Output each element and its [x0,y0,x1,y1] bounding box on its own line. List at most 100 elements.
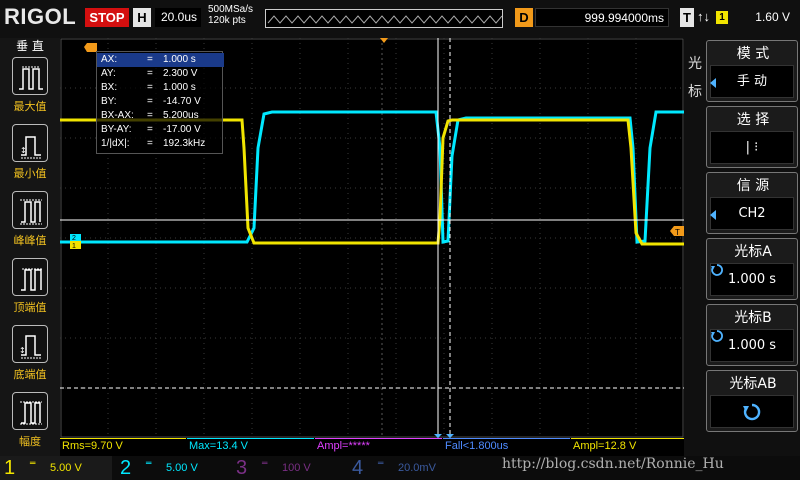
channel-number: 2 [120,457,132,479]
svg-text:T: T [675,228,680,237]
cursor-ab-title: 光标AB [729,376,777,392]
cursor-readout-panel: AX: = 1.000 s AY: = 2.300 V BX: = 1.000 … [96,51,224,154]
source-title: 信 源 [736,178,770,194]
top-value-icon [21,268,42,291]
dc-coupling-icon: ═ [262,459,268,469]
channel-1-status[interactable]: 1 ═ 5.00 V [0,456,112,480]
trigger-level[interactable]: 1.60 V [732,8,794,27]
top-value-label: 顶端值 [13,301,47,314]
max-value-button[interactable] [12,57,48,95]
top-value-button[interactable] [12,258,48,296]
cursor-key: AY: [101,68,116,79]
sample-rate: 500MSa/s [208,4,254,15]
cursor-a-title: 光标A [734,244,772,260]
channel-number: 3 [236,457,248,479]
trigger-position-marker[interactable] [380,38,388,43]
min-value-button[interactable]: ↕ [12,124,48,162]
cursor-value: 2.300 V [163,68,198,79]
min-value-label: 最小值 [13,167,47,180]
cursor-value: 1.000 s [163,82,196,93]
equals-sign: = [147,54,153,65]
cursor-value: -14.70 V [163,96,201,107]
base-value-label: 底端值 [13,368,47,381]
peak-to-peak-button[interactable] [12,191,48,229]
peak-to-peak-label: 峰峰值 [13,234,47,247]
rigol-logo: RIGOL [4,4,77,29]
equals-sign: = [147,124,153,135]
cursor-b-title: 光标B [734,310,772,326]
cursor-key: AX: [101,54,118,65]
svg-text:↕: ↕ [20,146,27,155]
channel-scale: 20.0mV [398,462,436,474]
cursor-key: BX-AX: [101,110,134,121]
cursor-value: -17.00 V [163,124,201,135]
select-value: | ⁝ [710,131,794,164]
cursor-row-inv-dx: 1/|dX|: = 192.3kHz [97,137,224,151]
cursor-value: 5.200us [163,110,199,121]
amplitude-icon [20,401,42,425]
cursor-a-button[interactable]: 光标A 1.000 s [706,238,798,300]
measurement-max[interactable]: Max=13.4 V [187,438,314,453]
channel-scale: 5.00 V [166,462,198,474]
channel-scale: 5.00 V [50,462,82,474]
channel-3-status[interactable]: 3 ═ 100 V [232,456,344,480]
channel-4-status[interactable]: 4 ═ 20.0mV [348,456,460,480]
option-arrow-icon [710,210,716,220]
cursor-row-by-ay: BY-AY: = -17.00 V [97,123,224,137]
timebase-label: H [133,8,151,27]
equals-sign: = [147,82,153,93]
cursor-row-ay: AY: = 2.300 V [97,67,224,81]
measurement-ampl-ch1[interactable]: Ampl=12.8 V [571,438,684,453]
cursor-ab-button[interactable]: 光标AB [706,370,798,432]
cursor-key: BY: [101,96,117,107]
delay-value[interactable]: 999.994000ms [535,8,669,27]
left-menu-panel: 垂 直 最大值 ↕ 最小值 峰峰值 顶端值 ↕ 底端值 幅度 [0,38,60,456]
cursor-key: 1/|dX|: [101,138,130,149]
svg-text:↕: ↕ [19,346,26,355]
menu-name-label: 光标 [688,56,702,100]
measurement-rms[interactable]: Rms=9.70 V [60,438,186,453]
trigger-edge-icon: ↑↓ [697,9,710,24]
cursor-key: BX: [101,82,118,93]
channel-2-status[interactable]: 2 ═ 5.00 V [116,456,228,480]
ch1-ground-label: 1 [72,243,76,250]
timebase-value[interactable]: 20.0us [155,8,201,27]
cursor-row-by: BY: = -14.70 V [97,95,224,109]
cursor-b-button[interactable]: 光标B 1.000 s [706,304,798,366]
channel-scale: 100 V [282,462,311,474]
delay-label: D [515,8,533,27]
source-value: CH2 [710,197,794,230]
top-status-bar: RIGOL STOP H 20.0us 500MSa/s 120k pts D … [0,0,800,38]
measurement-fall[interactable]: Fall<1.800us [443,438,570,453]
rotate-knob-icon [711,330,723,342]
trigger-level-marker[interactable]: T [670,226,684,237]
source-button[interactable]: 信 源 CH2 [706,172,798,234]
equals-sign: = [147,96,153,107]
trigger-source: 1 [716,11,728,24]
max-value-icon [19,66,43,90]
base-value-button[interactable]: ↕ [12,325,48,363]
max-value-label: 最大值 [13,100,47,113]
svg-text:1: 1 [72,243,76,250]
equals-sign: = [147,110,153,121]
select-button[interactable]: 选 择 | ⁝ [706,106,798,168]
measurement-ampl-ch3[interactable]: Ampl=***** [315,438,442,453]
run-stop-status[interactable]: STOP [85,8,129,27]
option-arrow-icon [710,78,716,88]
amplitude-label: 幅度 [19,435,41,448]
channel-number: 4 [352,457,364,479]
svg-text:2: 2 [72,235,76,242]
base-value-icon: ↕ [19,335,41,359]
ch2-ground-label: 2 [72,235,76,242]
cursor-row-bx-ax: BX-AX: = 5.200us [97,109,224,123]
mode-title: 模 式 [736,46,770,62]
rotate-knob-icon [711,264,723,276]
mode-button[interactable]: 模 式 手 动 [706,40,798,102]
amplitude-button[interactable] [12,392,48,430]
cursor-value: 192.3kHz [163,138,206,149]
rotate-knob-icon [743,403,761,421]
select-title: 选 择 [736,112,770,128]
cursor-row-ax: AX: = 1.000 s [97,53,224,67]
dc-coupling-icon: ═ [146,459,152,469]
dc-coupling-icon: ═ [30,459,36,469]
